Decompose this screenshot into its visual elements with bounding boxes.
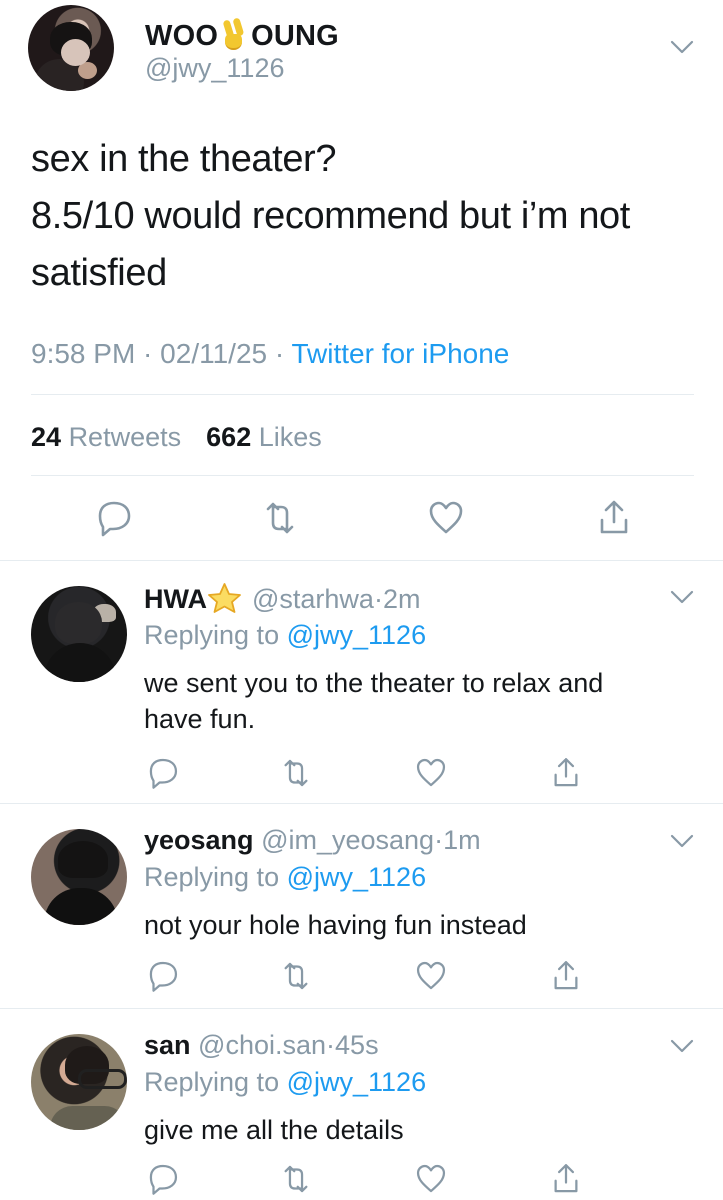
like-icon[interactable] [412, 957, 450, 995]
reply-actions [144, 957, 588, 995]
replying-to: Replying to @jwy_1126 [144, 862, 426, 893]
tweet-text-line: 8.5/10 would recommend but i’m not [31, 195, 630, 237]
reply-text: we sent you to the theater to relax and … [144, 665, 684, 737]
tweet-actions [92, 496, 638, 542]
author-name[interactable]: WOO OUNG [145, 19, 339, 52]
avatar-san[interactable] [31, 1034, 127, 1130]
divider [31, 394, 694, 395]
reply-tweet: HWA @starhwa·2m Replying to @jwy_1126 we … [0, 560, 723, 803]
reply-icon[interactable] [144, 957, 182, 995]
reply-author-name[interactable]: yeosang [144, 825, 254, 855]
like-icon[interactable] [412, 1160, 450, 1198]
victory-hand-icon [220, 19, 248, 50]
reply-time: 45s [335, 1030, 379, 1060]
chevron-down-icon[interactable] [669, 832, 695, 852]
tweet-date: 02/11/25 [160, 338, 268, 369]
main-tweet: WOO OUNG @jwy_1126 sex in the theater? 8.… [0, 0, 723, 560]
replying-to: Replying to @jwy_1126 [144, 1067, 426, 1098]
reply-actions [144, 754, 588, 792]
reply-text: give me all the details [144, 1112, 684, 1148]
tweet-source-link[interactable]: Twitter for iPhone [291, 338, 509, 369]
author-name-left: WOO [145, 20, 219, 52]
reply-text: not your hole having fun instead [144, 907, 684, 943]
retweets-label: Retweets [68, 422, 182, 452]
tweet-text-line: sex in the theater? [31, 138, 337, 180]
chevron-down-icon[interactable] [669, 588, 695, 608]
reply-text-line: give me all the details [144, 1115, 404, 1145]
reply-icon[interactable] [144, 754, 182, 792]
reply-icon[interactable] [92, 496, 136, 540]
retweets-stat[interactable]: 24 Retweets [31, 422, 181, 452]
reply-tweet: san @choi.san·45s Replying to @jwy_1126 … [0, 1008, 723, 1200]
reply-author-handle[interactable]: @choi.san [198, 1030, 326, 1060]
reply-header: HWA @starhwa·2m [144, 582, 420, 615]
tweet-text: sex in the theater? 8.5/10 would recomme… [31, 131, 681, 302]
replying-to-handle[interactable]: @jwy_1126 [287, 862, 426, 892]
replying-to-label: Replying to [144, 862, 280, 892]
share-icon[interactable] [592, 496, 636, 540]
replying-to-label: Replying to [144, 620, 280, 650]
reply-author-name[interactable]: san [144, 1030, 191, 1060]
avatar-yeosang[interactable] [31, 829, 127, 925]
share-icon[interactable] [547, 957, 585, 995]
reply-separator: · [326, 1030, 336, 1060]
reply-text-line: not your hole having fun instead [144, 910, 527, 940]
reply-icon[interactable] [144, 1160, 182, 1198]
meta-separator: · [267, 338, 292, 369]
likes-count: 662 [206, 422, 252, 452]
reply-tweet: yeosang @im_yeosang·1m Replying to @jwy_… [0, 803, 723, 1008]
meta-separator: · [135, 338, 161, 369]
reply-separator: · [434, 825, 444, 855]
reply-author-name[interactable]: HWA [144, 584, 207, 614]
like-icon[interactable] [424, 496, 468, 540]
likes-stat[interactable]: 662 Likes [206, 422, 322, 452]
retweets-count: 24 [31, 422, 62, 452]
reply-header: san @choi.san·45s [144, 1030, 379, 1061]
reply-header: yeosang @im_yeosang·1m [144, 825, 481, 856]
chevron-down-icon[interactable] [669, 1037, 695, 1057]
retweet-icon[interactable] [258, 496, 302, 540]
reply-time: 2m [382, 584, 421, 614]
tweet-metadata: 9:58 PM · 02/11/25 · Twitter for iPhone [31, 338, 509, 370]
share-icon[interactable] [547, 1160, 585, 1198]
likes-label: Likes [258, 422, 322, 452]
reply-author-handle[interactable]: @starhwa [252, 584, 374, 614]
retweet-icon[interactable] [277, 754, 315, 792]
divider [31, 475, 694, 476]
replying-to-handle[interactable]: @jwy_1126 [287, 1067, 426, 1097]
author-name-right: OUNG [251, 20, 339, 52]
reply-actions [144, 1160, 588, 1198]
engagement-stats: 24 Retweets 662 Likes [31, 421, 322, 453]
reply-text-line: we sent you to the theater to relax and [144, 668, 604, 698]
retweet-icon[interactable] [277, 1160, 315, 1198]
replying-to: Replying to @jwy_1126 [144, 620, 426, 651]
share-icon[interactable] [547, 754, 585, 792]
avatar-hwa[interactable] [31, 586, 127, 682]
chevron-down-icon[interactable] [669, 38, 695, 58]
tweet-time: 9:58 PM [31, 338, 136, 369]
reply-author-handle[interactable]: @im_yeosang [261, 825, 434, 855]
author-handle[interactable]: @jwy_1126 [145, 53, 284, 83]
avatar-woo-oung[interactable] [28, 5, 114, 91]
retweet-icon[interactable] [277, 957, 315, 995]
star-icon [207, 582, 242, 613]
tweet-text-line: satisfied [31, 252, 167, 294]
reply-separator: · [373, 584, 383, 614]
replying-to-handle[interactable]: @jwy_1126 [287, 620, 426, 650]
replying-to-label: Replying to [144, 1067, 280, 1097]
like-icon[interactable] [412, 754, 450, 792]
reply-text-line: have fun. [144, 704, 256, 734]
reply-time: 1m [443, 825, 481, 855]
